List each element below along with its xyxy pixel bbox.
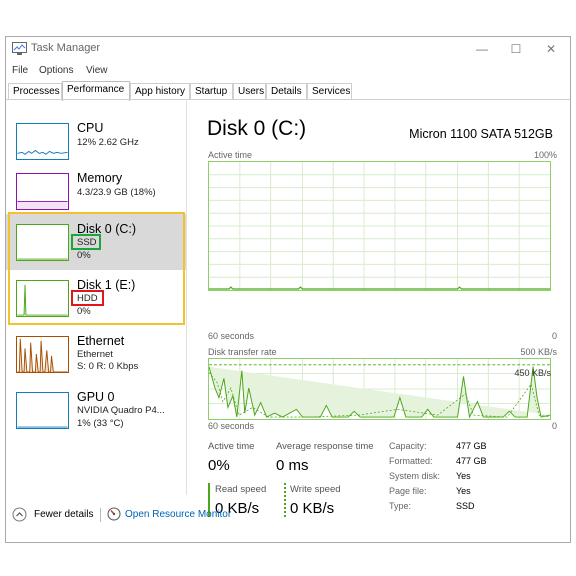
memory-label: Memory	[77, 171, 123, 185]
system-disk-value: Yes	[456, 471, 471, 481]
disk-detail-panel: Disk 0 (C:) Micron 1100 SATA 512GB Activ…	[199, 101, 571, 517]
transfer-rate-graph	[208, 358, 551, 420]
ssd-annotation-box	[71, 234, 101, 250]
minimize-button[interactable]: —	[470, 39, 494, 59]
page-title: Disk 0 (C:)	[207, 117, 307, 140]
cpu-label: CPU	[77, 121, 104, 135]
ethernet-label: Ethernet	[77, 334, 125, 348]
capacity-value: 477 GB	[456, 441, 487, 451]
menu-options[interactable]: Options	[39, 65, 73, 76]
page-file-key: Page file:	[389, 486, 427, 496]
active-time-graph-label: Active time	[208, 150, 253, 160]
tab-details[interactable]: Details	[266, 83, 307, 100]
sidebar-item-cpu[interactable]: CPU 12% 2.62 GHz	[6, 113, 186, 169]
tab-divider	[6, 99, 570, 100]
active-time-stat: 0%	[208, 457, 230, 474]
memory-thumbnail-graph	[16, 173, 69, 210]
gpu-thumbnail-graph	[16, 392, 69, 429]
response-time-label: Average response time	[276, 441, 374, 452]
tab-app-history[interactable]: App history	[130, 83, 190, 100]
response-time-stat: 0 ms	[276, 457, 309, 474]
disk-model: Micron 1100 SATA 512GB	[409, 127, 553, 141]
cpu-usage: 12% 2.62 GHz	[77, 137, 139, 148]
close-button[interactable]: ✕	[539, 39, 563, 59]
open-resource-monitor-link[interactable]: Open Resource Monitor	[125, 509, 231, 520]
menu-file[interactable]: File	[12, 65, 28, 76]
gpu-label: GPU 0	[77, 390, 115, 404]
task-manager-window: Task Manager — ☐ ✕ File Options View Pro…	[5, 36, 571, 543]
chevron-up-icon[interactable]	[12, 507, 27, 522]
tab-bar: Processes Performance App history Startu…	[6, 81, 570, 101]
tab-services[interactable]: Services	[307, 83, 352, 100]
transfer-rate-graph-timespan: 60 seconds	[208, 421, 255, 431]
active-time-graph	[208, 161, 551, 291]
tab-users[interactable]: Users	[233, 83, 266, 100]
transfer-rate-graph-min: 0	[551, 421, 557, 431]
write-speed-label: Write speed	[290, 484, 341, 495]
footer-bar: Fewer details Open Resource Monitor	[6, 505, 570, 527]
gpu-model: NVIDIA Quadro P4...	[77, 405, 165, 416]
disk-annotation-outline	[8, 212, 185, 325]
ethernet-adapter: Ethernet	[77, 349, 113, 360]
sidebar-item-gpu[interactable]: GPU 0 NVIDIA Quadro P4... 1% (33 °C)	[6, 382, 186, 438]
formatted-value: 477 GB	[456, 456, 487, 466]
ethernet-throughput: S: 0 R: 0 Kbps	[77, 361, 139, 372]
active-time-graph-max: 100%	[533, 150, 557, 160]
active-time-stat-label: Active time	[208, 441, 255, 452]
task-manager-icon	[12, 42, 27, 55]
gpu-usage: 1% (33 °C)	[77, 418, 124, 429]
hdd-annotation-box	[71, 290, 104, 306]
active-time-graph-min: 0	[551, 331, 557, 341]
formatted-key: Formatted:	[389, 456, 433, 466]
transfer-rate-graph-label: Disk transfer rate	[208, 347, 277, 357]
sidebar-item-memory[interactable]: Memory 4.3/23.9 GB (18%)	[6, 163, 186, 219]
system-disk-key: System disk:	[389, 471, 441, 481]
capacity-key: Capacity:	[389, 441, 427, 451]
maximize-button[interactable]: ☐	[504, 39, 528, 59]
read-speed-label: Read speed	[215, 484, 267, 495]
title-bar: Task Manager — ☐ ✕	[6, 37, 570, 61]
cpu-thumbnail-graph	[16, 123, 69, 160]
window-title: Task Manager	[31, 42, 101, 54]
footer-divider	[100, 508, 101, 522]
tab-performance[interactable]: Performance	[62, 81, 130, 101]
fewer-details-link[interactable]: Fewer details	[34, 509, 93, 520]
transfer-rate-graph-max: 500 KB/s	[520, 347, 557, 357]
menu-bar: File Options View	[6, 63, 570, 79]
sidebar-item-ethernet[interactable]: Ethernet Ethernet S: 0 R: 0 Kbps	[6, 326, 186, 382]
memory-usage: 4.3/23.9 GB (18%)	[77, 187, 156, 198]
page-file-value: Yes	[456, 486, 471, 496]
transfer-rate-threshold-label: 450 KB/s	[514, 368, 551, 378]
ethernet-thumbnail-graph	[16, 336, 69, 373]
menu-view[interactable]: View	[86, 65, 108, 76]
active-time-graph-timespan: 60 seconds	[208, 331, 255, 341]
resource-monitor-icon[interactable]	[107, 507, 121, 521]
tab-processes[interactable]: Processes	[8, 83, 62, 100]
tab-startup[interactable]: Startup	[190, 83, 233, 100]
